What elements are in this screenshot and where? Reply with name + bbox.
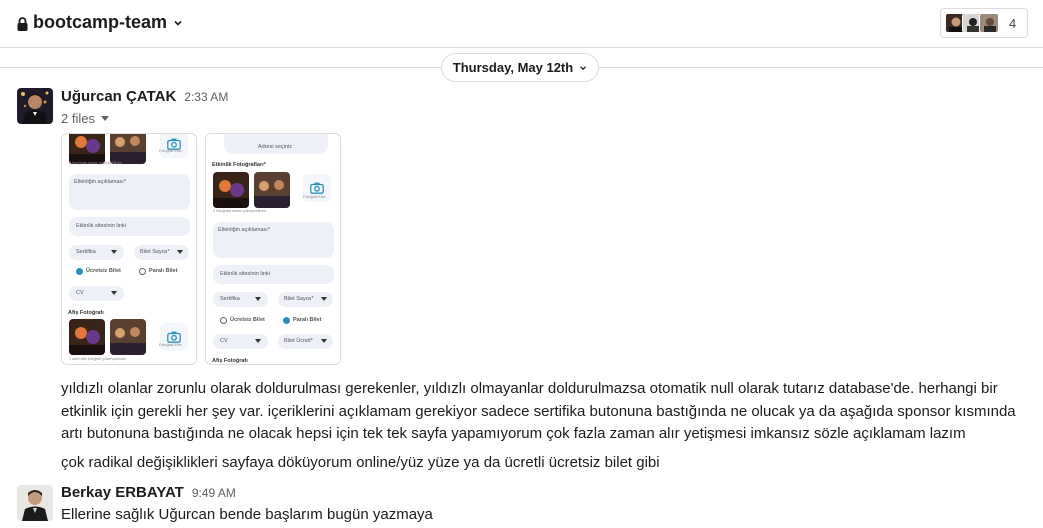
channel-name-button[interactable]: bootcamp-team [17, 12, 183, 33]
poster-title: Afiş Fotoğrafı [212, 358, 248, 364]
free-ticket-label: Ücretsiz Bilet [86, 268, 121, 274]
certificate-label: Sertifika [220, 296, 240, 302]
author-name[interactable]: Uğurcan ÇATAK [61, 88, 176, 105]
event-photo [69, 134, 105, 164]
chevron-down-icon [580, 65, 587, 70]
description-placeholder: Etkinliğin açıklaması* [74, 179, 126, 185]
channel-header: bootcamp-team 4 [0, 0, 1043, 48]
camera-icon [310, 182, 324, 194]
file-thumbnail[interactable]: Adresi seçiniz Etkinlik Fotoğrafları* Fo… [205, 133, 341, 365]
members-button[interactable]: 4 [940, 8, 1028, 38]
free-ticket-radio [220, 317, 227, 324]
caret-down-icon [321, 339, 327, 343]
cv-label: CV [76, 290, 84, 296]
message-timestamp[interactable]: 2:33 AM [184, 90, 228, 104]
avatar[interactable] [17, 88, 53, 124]
poster-photo [110, 319, 146, 355]
caret-down-icon [255, 339, 261, 343]
avatar[interactable] [17, 485, 53, 521]
file-thumbnail[interactable]: Fotoğraf Ekle 4 fotoğrafa kadar yükleyeb… [61, 133, 197, 365]
site-placeholder: Etkinlik sitesinin linki [220, 271, 270, 277]
add-photo-button [160, 134, 188, 158]
lock-icon [17, 15, 29, 31]
member-avatar [979, 13, 999, 33]
poster-caption: 1 adet afiş fotoğrafı yükleyebilirsin [69, 357, 127, 361]
cv-label: CV [220, 338, 228, 344]
files-toggle[interactable]: 2 files [61, 111, 109, 126]
event-photo [110, 134, 146, 164]
camera-icon [167, 331, 181, 343]
caret-down-icon [111, 250, 117, 254]
message-text: Ellerine sağlık Uğurcan bende başlarım b… [61, 506, 433, 523]
ticket-price-label: Bilet Ücreti* [284, 338, 313, 344]
paid-ticket-label: Paralı Bilet [149, 268, 178, 274]
paid-ticket-radio [139, 268, 146, 275]
message-header: Berkay ERBAYAT 9:49 AM [61, 484, 236, 501]
photos-title: Etkinlik Fotoğrafları* [212, 162, 266, 168]
caret-down-icon [100, 115, 109, 121]
paid-ticket-label: Paralı Bilet [293, 317, 322, 323]
date-divider-button[interactable]: Thursday, May 12th [441, 53, 599, 82]
site-placeholder: Etkinlik sitesinin linki [76, 223, 126, 229]
event-photo [213, 172, 249, 208]
caret-down-icon [111, 291, 117, 295]
paid-ticket-radio [283, 317, 290, 324]
message-text: çok radikal değişiklikleri sayfaya döküy… [61, 454, 660, 471]
ticket-count-label: Bilet Sayısı* [284, 296, 314, 302]
message-header: Uğurcan ÇATAK 2:33 AM [61, 88, 228, 105]
address-placeholder: Adresi seçiniz [258, 144, 292, 150]
add-photo-label: Fotoğraf Ekle [303, 195, 326, 199]
author-name[interactable]: Berkay ERBAYAT [61, 484, 184, 501]
files-count-label: 2 files [61, 111, 95, 126]
photos-caption: 4 fotoğrafa kadar yükleyebilirsin [69, 161, 123, 165]
ticket-count-label: Bilet Sayısı* [140, 249, 170, 255]
caret-down-icon [321, 297, 327, 301]
add-photo-label: Fotoğraf Ekle [159, 149, 182, 153]
poster-photo [69, 319, 105, 355]
date-divider-label: Thursday, May 12th [452, 60, 574, 75]
caret-down-icon [255, 297, 261, 301]
certificate-label: Sertifika [76, 249, 96, 255]
photos-caption: 4 fotoğrafa kadar yükleyebilirsin [213, 209, 267, 213]
caret-down-icon [177, 250, 183, 254]
member-count: 4 [1009, 15, 1017, 31]
channel-title: bootcamp-team [33, 12, 168, 32]
description-placeholder: Etkinliğin açıklaması* [218, 227, 270, 233]
message-text: yıldızlı olanlar zorunlu olarak doldurul… [61, 380, 1016, 442]
free-ticket-label: Ücretsiz Bilet [230, 317, 265, 323]
message-timestamp[interactable]: 9:49 AM [192, 486, 236, 500]
event-photo [254, 172, 290, 208]
free-ticket-radio [76, 268, 83, 275]
chevron-down-icon [173, 18, 183, 28]
add-photo-label: Fotoğraf Ekle [159, 343, 182, 347]
poster-title: Afiş Fotoğrafı [68, 310, 104, 316]
